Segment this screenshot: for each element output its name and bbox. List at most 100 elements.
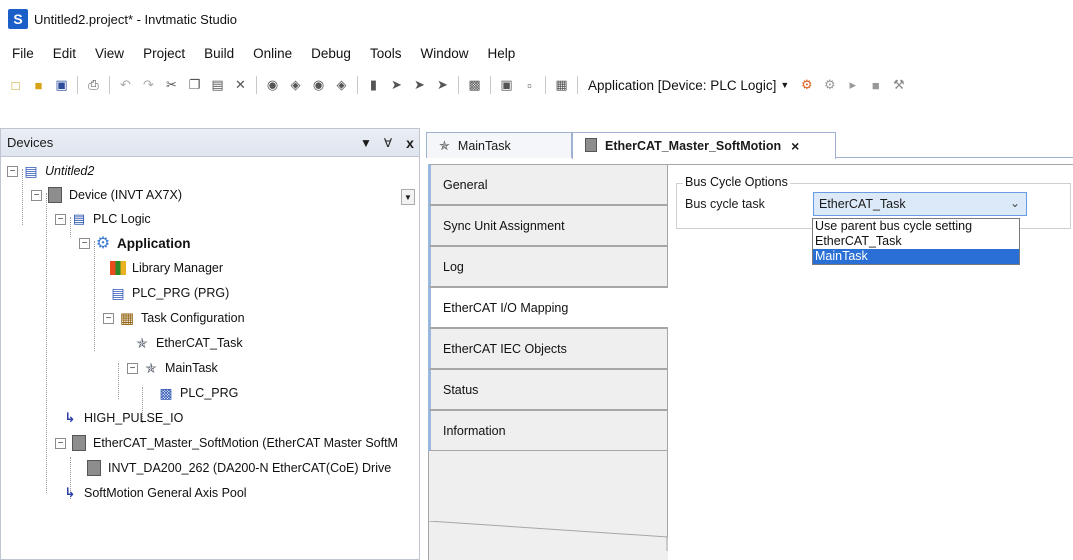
tree-item-high-pulse-io[interactable]: ↳ HIGH_PULSE_IO	[61, 406, 184, 430]
tree-item-project[interactable]: − ▤ Untitled2	[7, 159, 94, 183]
app-logo-icon: S	[8, 9, 28, 29]
tree-item-task-configuration[interactable]: − ▦ Task Configuration	[103, 306, 245, 330]
dropdown-option[interactable]: Use parent bus cycle setting	[813, 219, 1019, 234]
tree-item-label: Task Configuration	[141, 311, 245, 325]
dropdown-option[interactable]: EtherCAT_Task	[813, 234, 1019, 249]
side-tab-label: Status	[443, 382, 479, 397]
bookmark-next-icon[interactable]: ➤	[388, 77, 405, 94]
collapse-icon[interactable]: −	[31, 189, 42, 201]
menu-view[interactable]: View	[95, 46, 124, 61]
panel-menu-icon[interactable]: ▼	[357, 136, 375, 150]
add-object-icon[interactable]: ▣	[498, 77, 515, 94]
menu-project[interactable]: Project	[143, 46, 185, 61]
side-tab-sync-unit[interactable]: Sync Unit Assignment	[428, 205, 668, 246]
tab-ethercat-master[interactable]: EtherCAT_Master_SoftMotion ×	[572, 132, 836, 159]
cut-icon[interactable]: ✂	[163, 77, 180, 94]
menu-debug[interactable]: Debug	[311, 46, 351, 61]
device-icon	[70, 434, 88, 452]
window-title: Untitled2.project* - Invtmatic Studio	[34, 11, 238, 27]
menu-online[interactable]: Online	[253, 46, 292, 61]
calendar-icon[interactable]: ▦	[553, 77, 570, 94]
bookmark-icon[interactable]: ▮	[365, 77, 382, 94]
tree-item-plc-logic[interactable]: − ▤ PLC Logic	[55, 207, 151, 231]
bookmark-prev-icon[interactable]: ➤	[411, 77, 428, 94]
toolbar: □ ■ ▣ ⎙ ↶ ↷ ✂ ❐ ▤ ✕ ◉ ◈ ◉ ◈ ▮ ➤ ➤ ➤ ▩ ▣ …	[0, 68, 1073, 102]
tree-item-library-manager[interactable]: Library Manager	[109, 256, 223, 280]
paste-icon[interactable]: ▤	[209, 77, 226, 94]
tab-label: MainTask	[457, 138, 511, 153]
undo-icon[interactable]: ↶	[117, 77, 134, 94]
toolbar-separator	[577, 76, 578, 94]
login-icon[interactable]: ⚙	[798, 77, 815, 94]
tree-item-label: Untitled2	[45, 164, 95, 178]
toolbar-separator	[109, 76, 110, 94]
bus-cycle-task-dropdown: Use parent bus cycle setting EtherCAT_Ta…	[812, 218, 1020, 265]
pin-icon[interactable]: ∀	[379, 136, 397, 150]
side-tab-log[interactable]: Log	[428, 246, 668, 287]
tree-item-axis-pool[interactable]: ↳ SoftMotion General Axis Pool	[61, 481, 247, 505]
side-tab-iec-objects[interactable]: EtherCAT IEC Objects	[428, 328, 668, 369]
toolbar-separator	[357, 76, 358, 94]
collapse-icon[interactable]: −	[103, 312, 114, 324]
collapse-icon[interactable]: −	[127, 362, 138, 374]
window-icon[interactable]: ▩	[466, 77, 483, 94]
collapse-icon[interactable]: −	[55, 437, 66, 449]
collapse-icon[interactable]: −	[79, 237, 90, 249]
new-project-icon[interactable]: □	[7, 77, 24, 94]
toolbar-separator	[77, 76, 78, 94]
tree-item-ethercat-master[interactable]: − EtherCAT_Master_SoftMotion (EtherCAT M…	[55, 431, 398, 455]
run-icon[interactable]: ▸	[844, 77, 861, 94]
side-tab-label: General	[443, 177, 488, 192]
tree-dropdown-icon[interactable]: ▼	[401, 189, 415, 205]
tree-item-plc-prg-call[interactable]: ▩ PLC_PRG	[157, 381, 238, 405]
menu-tools[interactable]: Tools	[370, 46, 402, 61]
active-application-select[interactable]: Application [Device: PLC Logic]	[588, 78, 776, 93]
tree-item-label: Application	[117, 235, 191, 251]
stop-icon[interactable]: ■	[867, 77, 884, 94]
logout-icon[interactable]: ⚙	[821, 77, 838, 94]
tree-item-ethercat-task[interactable]: ✯ EtherCAT_Task	[133, 331, 242, 355]
task-icon: ✯	[145, 359, 157, 376]
side-tab-status[interactable]: Status	[428, 369, 668, 410]
save-icon[interactable]: ▣	[53, 77, 70, 94]
close-icon[interactable]: x	[401, 135, 419, 151]
close-tab-icon[interactable]: ×	[791, 138, 799, 154]
find-next-icon[interactable]: ◈	[287, 77, 304, 94]
tree-item-plc-prg[interactable]: ▤ PLC_PRG (PRG)	[109, 281, 229, 305]
menu-window[interactable]: Window	[420, 46, 468, 61]
menu-help[interactable]: Help	[487, 46, 515, 61]
copy-icon[interactable]: ❐	[186, 77, 203, 94]
devices-panel-title: Devices	[7, 135, 54, 150]
collapse-icon[interactable]: −	[7, 165, 18, 177]
menu-edit[interactable]: Edit	[53, 46, 76, 61]
replace-all-icon[interactable]: ◈	[333, 77, 350, 94]
side-tab-information[interactable]: Information	[428, 410, 668, 451]
tree-item-label: PLC_PRG	[180, 386, 239, 400]
bus-cycle-task-select[interactable]: EtherCAT_Task ⌄	[813, 192, 1027, 216]
tree-item-application[interactable]: − ⚙ Application	[79, 231, 191, 255]
side-tab-general[interactable]: General	[428, 164, 668, 205]
tab-maintask[interactable]: ✯ MainTask	[426, 132, 572, 158]
tree-item-device[interactable]: − Device (INVT AX7X)	[31, 183, 182, 207]
tree-item-label: HIGH_PULSE_IO	[84, 411, 184, 425]
dropdown-option-highlighted[interactable]: MainTask	[813, 249, 1019, 264]
redo-icon[interactable]: ↷	[140, 77, 157, 94]
chevron-down-icon[interactable]: ⌄	[1010, 196, 1020, 210]
delete-icon[interactable]: ✕	[232, 77, 249, 94]
project-icon: ▤	[24, 162, 38, 179]
print-icon[interactable]: ⎙	[85, 77, 102, 94]
replace-icon[interactable]: ◉	[310, 77, 327, 94]
side-tab-label: Log	[443, 259, 464, 274]
menu-build[interactable]: Build	[204, 46, 234, 61]
tree-item-maintask[interactable]: − ✯ MainTask	[127, 356, 218, 380]
find-icon[interactable]: ◉	[264, 77, 281, 94]
reset-icon[interactable]: ⚒	[890, 77, 907, 94]
side-tab-io-mapping[interactable]: EtherCAT I/O Mapping	[428, 287, 668, 328]
open-folder-icon[interactable]: ■	[30, 77, 47, 94]
collapse-icon[interactable]: −	[55, 213, 66, 225]
chevron-down-icon[interactable]: ▼	[780, 80, 789, 90]
menu-file[interactable]: File	[12, 46, 34, 61]
properties-icon[interactable]: ▫	[521, 77, 538, 94]
bookmark-clear-icon[interactable]: ➤	[434, 77, 451, 94]
tree-item-invt-drive[interactable]: INVT_DA200_262 (DA200-N EtherCAT(CoE) Dr…	[85, 456, 391, 480]
